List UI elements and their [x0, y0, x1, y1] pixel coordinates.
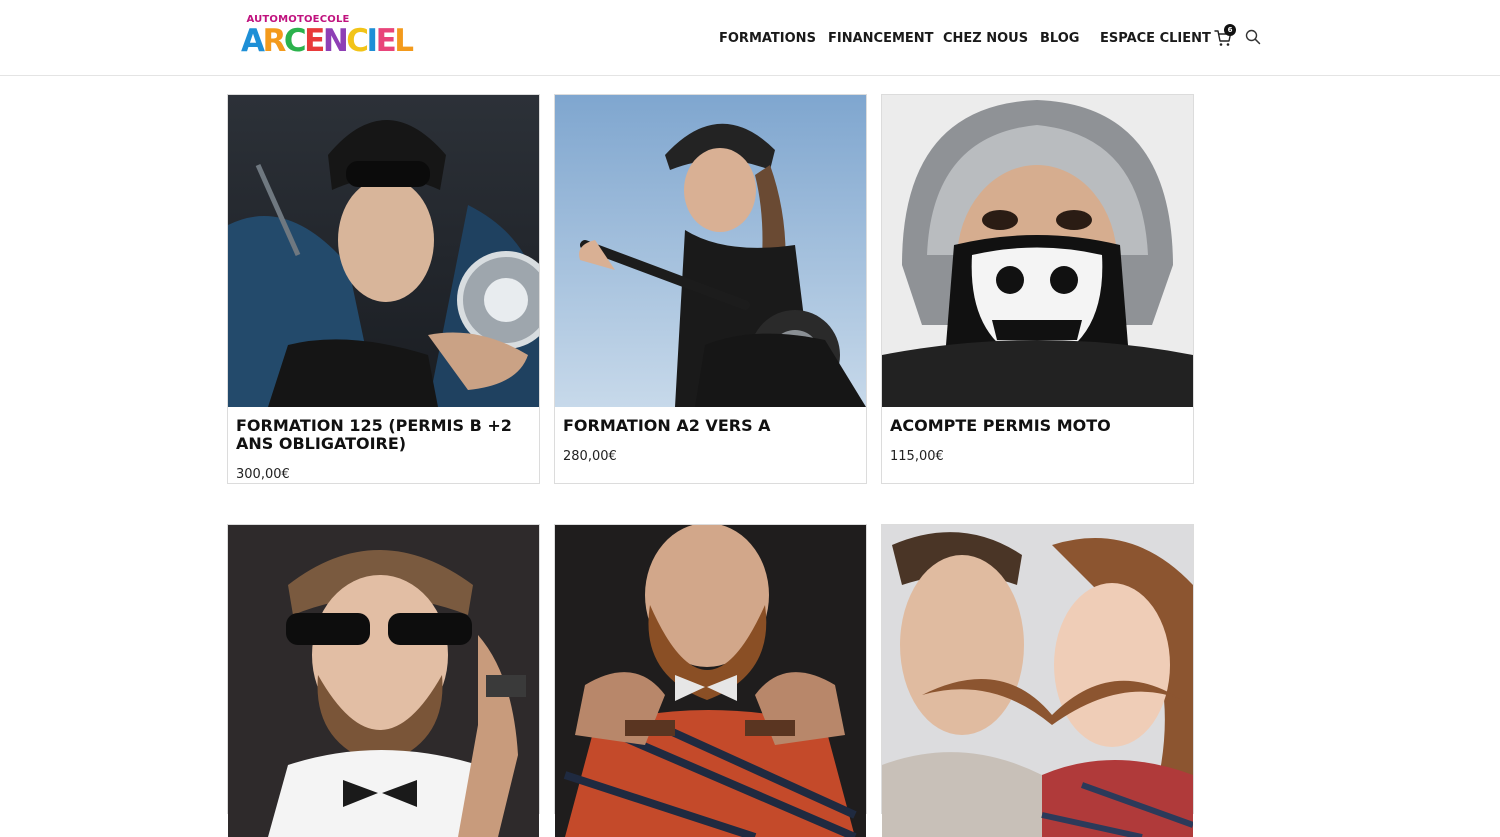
product-image-bearded-man[interactable] [228, 525, 539, 837]
product-price: 280,00€ [563, 449, 617, 464]
nav-item-espace-client[interactable]: ESPACE CLIENT [1100, 30, 1211, 48]
cart-count-badge: 6 [1224, 24, 1236, 36]
product-card[interactable] [554, 524, 867, 837]
product-card[interactable] [881, 524, 1194, 837]
site-logo[interactable]: AUTOMOTOECOLE ARCENCIEL [240, 12, 414, 62]
product-image-tattooed-man[interactable] [555, 525, 866, 837]
logo-wordmark: ARCENCIEL [241, 23, 414, 59]
product-image-woman-motorcycle[interactable] [555, 95, 866, 407]
nav-item-formations[interactable]: FORMATIONS [719, 30, 816, 48]
product-card[interactable]: ACOMPTE PERMIS MOTO 115,00€ [881, 94, 1194, 484]
nav-item-chez-nous[interactable]: CHEZ NOUS [943, 30, 1028, 48]
product-card[interactable]: FORMATION 125 (PERMIS B +2 ANS OBLIGATOI… [227, 94, 540, 484]
logo-letter: N [322, 23, 349, 59]
logo-letter: C [346, 23, 369, 59]
product-title[interactable]: FORMATION A2 VERS A [563, 417, 857, 435]
logo-letter: A [241, 23, 265, 59]
logo-letter: E [375, 23, 397, 59]
logo-letter: R [262, 23, 287, 59]
product-image-couple-mustache[interactable] [882, 525, 1193, 837]
logo-letter: I [366, 23, 379, 59]
nav-item-blog[interactable]: BLOG [1040, 30, 1079, 48]
logo-letter: E [304, 23, 325, 59]
product-card[interactable] [227, 524, 540, 837]
product-price: 300,00€ [236, 467, 290, 482]
product-image-skull-mask[interactable] [882, 95, 1193, 407]
search-icon[interactable] [1245, 29, 1261, 45]
logo-letter: C [283, 23, 307, 59]
logo-letter: L [394, 23, 414, 59]
product-price: 115,00€ [890, 449, 944, 464]
product-title[interactable]: ACOMPTE PERMIS MOTO [890, 417, 1184, 435]
nav-item-financement[interactable]: FINANCEMENT [828, 30, 934, 48]
product-card[interactable]: FORMATION A2 VERS A 280,00€ [554, 94, 867, 484]
site-header: AUTOMOTOECOLE ARCENCIEL FORMATIONS FINAN… [0, 0, 1500, 76]
product-image-motorcyclist[interactable] [228, 95, 539, 407]
product-title[interactable]: FORMATION 125 (PERMIS B +2 ANS OBLIGATOI… [236, 417, 530, 453]
